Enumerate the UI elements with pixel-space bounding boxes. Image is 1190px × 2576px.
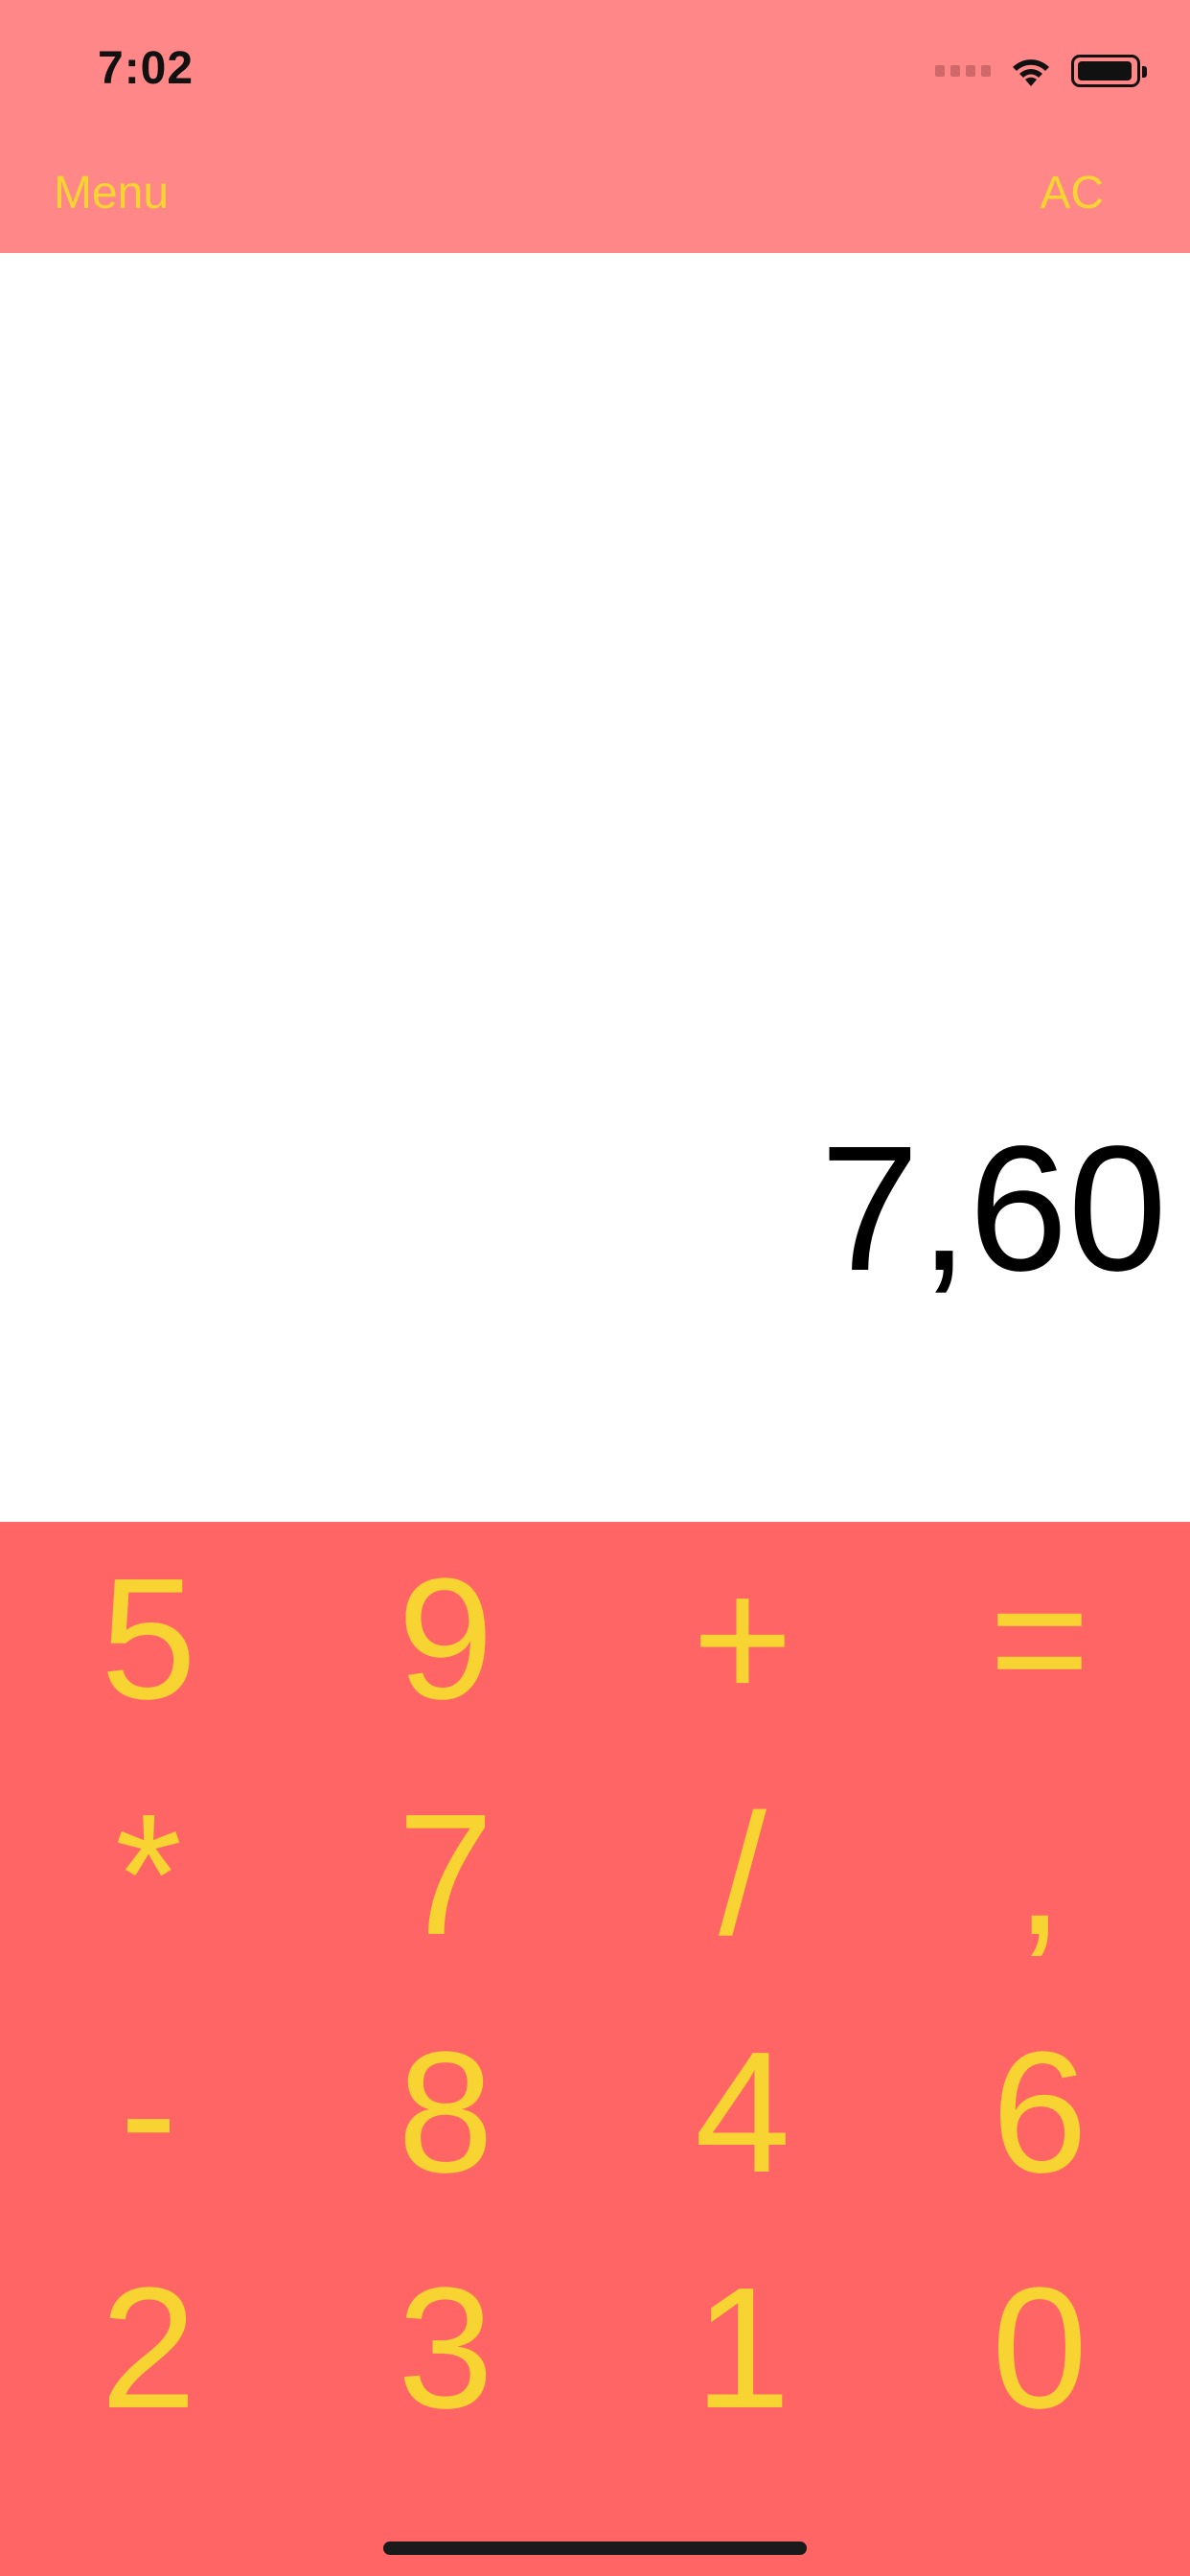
top-bar: 7:02 Menu AC — [0, 0, 1190, 253]
key-multiply[interactable]: * — [0, 1758, 297, 1993]
status-time: 7:02 — [98, 43, 195, 94]
wifi-icon — [1013, 59, 1049, 86]
display-value: 7,60 — [819, 1110, 1167, 1308]
key-3[interactable]: 3 — [297, 2231, 594, 2467]
calculator-screen: 7:02 Menu AC 7,60 5 9 + = * 7 / , - 8 4 … — [0, 0, 1190, 2576]
key-divide[interactable]: / — [594, 1758, 891, 1993]
key-minus[interactable]: - — [0, 1995, 297, 2231]
key-decimal-comma[interactable]: , — [891, 1758, 1188, 1993]
key-9[interactable]: 9 — [297, 1522, 594, 1758]
status-icons — [935, 48, 1147, 94]
home-indicator[interactable] — [383, 2542, 807, 2555]
cellular-signal-icon — [935, 65, 991, 77]
key-8[interactable]: 8 — [297, 1995, 594, 2231]
keypad: 5 9 + = * 7 / , - 8 4 6 2 3 1 0 — [0, 1522, 1190, 2576]
key-2[interactable]: 2 — [0, 2231, 297, 2467]
key-7[interactable]: 7 — [297, 1758, 594, 1993]
key-4[interactable]: 4 — [594, 1995, 891, 2231]
key-1[interactable]: 1 — [594, 2231, 891, 2467]
battery-icon — [1071, 55, 1147, 87]
key-0[interactable]: 0 — [891, 2231, 1188, 2467]
key-equals[interactable]: = — [891, 1522, 1188, 1758]
menu-button[interactable]: Menu — [54, 167, 169, 219]
key-5[interactable]: 5 — [0, 1522, 297, 1758]
key-6[interactable]: 6 — [891, 1995, 1188, 2231]
result-display: 7,60 — [0, 253, 1190, 1522]
key-plus[interactable]: + — [594, 1522, 891, 1758]
all-clear-button[interactable]: AC — [1040, 167, 1104, 219]
